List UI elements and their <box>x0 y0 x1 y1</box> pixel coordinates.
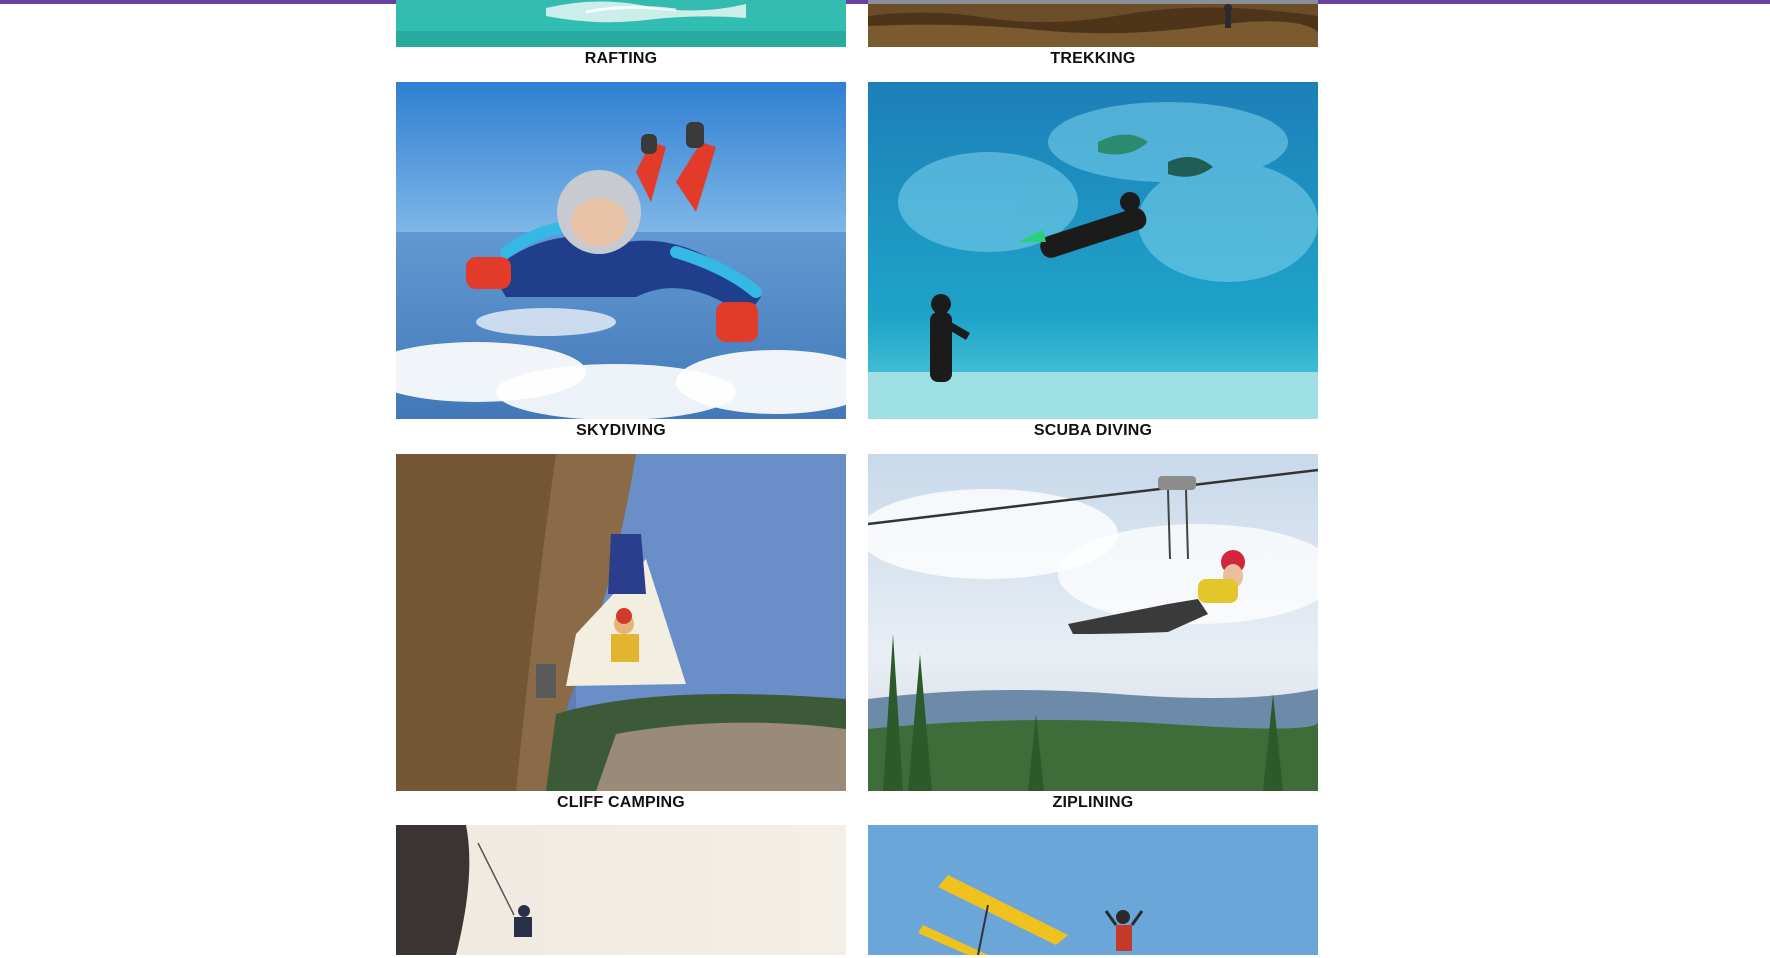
rock-climbing-photo[interactable] <box>396 825 846 955</box>
activity-card-trekking[interactable]: TREKKING <box>868 0 1318 68</box>
activity-label[interactable]: CLIFF CAMPING <box>396 794 846 812</box>
scuba-diving-photo[interactable] <box>868 82 1318 419</box>
ziplining-photo[interactable] <box>868 454 1318 791</box>
hang-gliding-photo[interactable] <box>868 825 1318 955</box>
rafting-photo[interactable] <box>396 0 846 47</box>
activity-card-ziplining[interactable]: ZIPLINING <box>868 454 1318 812</box>
activity-card-hang-gliding[interactable] <box>868 825 1318 958</box>
activity-label[interactable]: ZIPLINING <box>868 794 1318 812</box>
trekking-photo[interactable] <box>868 0 1318 47</box>
activity-label[interactable]: SCUBA DIVING <box>868 422 1318 440</box>
activity-card-rock-climbing[interactable] <box>396 825 846 958</box>
activity-label[interactable]: TREKKING <box>868 50 1318 68</box>
activity-label[interactable]: RAFTING <box>396 50 846 68</box>
activity-label[interactable]: SKYDIVING <box>396 422 846 440</box>
cliff-camping-photo[interactable] <box>396 454 846 791</box>
activity-card-scuba-diving[interactable]: SCUBA DIVING <box>868 82 1318 440</box>
activity-card-cliff-camping[interactable]: CLIFF CAMPING <box>396 454 846 812</box>
skydiving-photo[interactable] <box>396 82 846 419</box>
activity-card-rafting[interactable]: RAFTING <box>396 0 846 68</box>
activity-gallery: RAFTING TREKKING SKYDIVING SCUBA DIVING … <box>0 0 1770 955</box>
activity-card-skydiving[interactable]: SKYDIVING <box>396 82 846 440</box>
